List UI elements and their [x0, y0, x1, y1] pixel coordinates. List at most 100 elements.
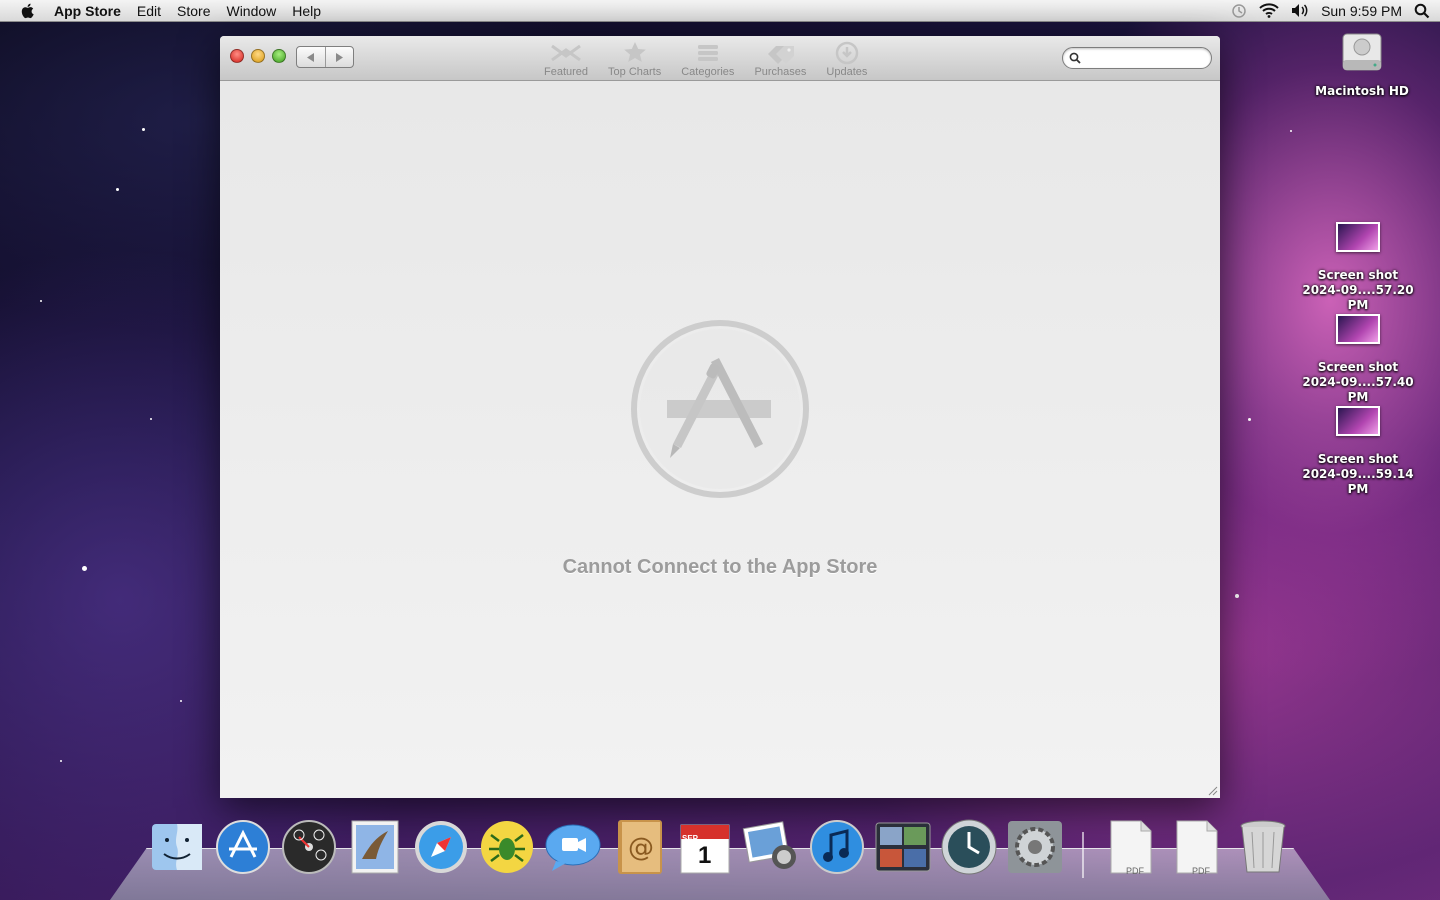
star: [180, 700, 182, 702]
pdf-label-1: PDF: [1126, 866, 1144, 876]
dock-item-finder[interactable]: [148, 816, 206, 878]
menu-window[interactable]: Window: [218, 0, 284, 22]
address-book-icon: @: [618, 820, 662, 874]
safari-compass-icon: [415, 821, 467, 873]
screenshot-thumbnail: [1336, 222, 1380, 252]
zoom-button[interactable]: [272, 49, 286, 63]
download-icon: [835, 41, 859, 65]
spaces-icon: [875, 822, 931, 872]
star: [40, 300, 42, 302]
minimize-button[interactable]: [251, 49, 265, 63]
forward-arrow-icon: [336, 52, 344, 62]
menu-edit[interactable]: Edit: [129, 0, 169, 22]
trash-icon: [1240, 820, 1286, 873]
star: [60, 760, 62, 762]
back-arrow-icon: [306, 52, 314, 62]
window-controls: [230, 49, 286, 63]
dock-item-spider[interactable]: [478, 816, 536, 878]
apple-icon: [21, 3, 34, 18]
resize-grip-icon[interactable]: [1208, 786, 1218, 796]
tab-categories[interactable]: Categories: [671, 40, 744, 78]
star-icon: [623, 42, 646, 62]
ichat-bubble-icon: [545, 824, 601, 871]
dashboard-icon: [282, 820, 336, 874]
wifi-icon[interactable]: [1259, 3, 1279, 18]
tag-icon: [768, 46, 795, 64]
star: [1235, 594, 1239, 598]
nav-buttons: [296, 46, 354, 68]
tab-featured[interactable]: Featured: [534, 40, 598, 78]
search-input[interactable]: [1085, 50, 1203, 66]
screenshot-label-line1: Screen shot: [1317, 360, 1399, 374]
dock-item-ichat[interactable]: [544, 816, 602, 878]
menu-store[interactable]: Store: [169, 0, 218, 22]
screenshot-thumbnail: [1336, 314, 1380, 344]
menu-bar: App Store Edit Store Window Help Sun 9:5…: [0, 0, 1440, 22]
dock-item-trash[interactable]: [1234, 816, 1292, 878]
tab-top-charts[interactable]: Top Charts: [598, 40, 671, 78]
star: [142, 128, 145, 131]
star: [82, 566, 87, 571]
iphoto-icon: [742, 821, 796, 869]
screenshot-label-line2: 2024-09....57.40 PM: [1302, 375, 1414, 404]
app-store-window: Featured Top Charts Categories Purchases…: [220, 36, 1220, 798]
dock-item-safari[interactable]: [412, 816, 470, 878]
star: [1290, 130, 1292, 132]
calendar-day-label: 1: [698, 842, 712, 869]
categories-icon: [697, 45, 718, 61]
desktop-icon-macintosh-hd[interactable]: Macintosh HD: [1312, 30, 1412, 99]
tab-updates-label: Updates: [826, 66, 868, 78]
time-machine-icon[interactable]: [1231, 3, 1247, 19]
desktop-icon-screenshot-3[interactable]: Screen shot 2024-09....59.14 PM: [1292, 406, 1424, 497]
connection-error-message: Cannot Connect to the App Store: [562, 556, 878, 578]
tab-featured-label: Featured: [544, 66, 589, 78]
spotlight-search-icon[interactable]: [1414, 3, 1430, 19]
star: [116, 188, 119, 191]
tab-purchases-label: Purchases: [754, 66, 807, 78]
search-icon: [1069, 52, 1081, 64]
tab-updates[interactable]: Updates: [816, 40, 877, 78]
tab-categories-label: Categories: [681, 66, 735, 78]
back-button[interactable]: [297, 47, 326, 67]
main-content: Cannot Connect to the App Store: [220, 81, 1220, 798]
time-machine-clock-icon: [941, 819, 997, 875]
volume-icon[interactable]: [1291, 3, 1309, 18]
tab-purchases[interactable]: Purchases: [744, 40, 816, 78]
dock-item-system-preferences[interactable]: [1006, 816, 1064, 878]
star: [1248, 418, 1251, 421]
featured-icon: [551, 44, 581, 62]
dock-item-app-store[interactable]: [214, 816, 272, 878]
dock-separator: [1082, 832, 1084, 878]
dock-item-spaces[interactable]: [874, 816, 932, 878]
dock-item-dashboard[interactable]: [280, 816, 338, 878]
mail-stamp-icon: [351, 820, 399, 874]
screenshot-label-line1: Screen shot: [1317, 268, 1399, 282]
screenshot-thumbnail: [1336, 406, 1380, 436]
search-field[interactable]: [1062, 47, 1212, 69]
dock-item-time-machine[interactable]: [940, 816, 998, 878]
svg-text:@: @: [628, 833, 654, 863]
toolbar-tabs: Featured Top Charts Categories Purchases…: [534, 40, 877, 78]
pdf-label-2: PDF: [1192, 866, 1210, 876]
itunes-note-icon: [810, 820, 864, 874]
close-button[interactable]: [230, 49, 244, 63]
tab-top-charts-label: Top Charts: [608, 66, 662, 78]
apple-menu[interactable]: [0, 3, 54, 19]
dock: @: [148, 816, 1292, 878]
star: [150, 418, 152, 420]
dock-item-iphoto[interactable]: [742, 816, 800, 878]
screenshot-label-line1: Screen shot: [1317, 452, 1399, 466]
dock-item-mail[interactable]: [346, 816, 404, 878]
menubar-clock[interactable]: Sun 9:59 PM: [1321, 3, 1402, 19]
menu-help[interactable]: Help: [284, 0, 329, 22]
app-store-logo-icon: [631, 320, 809, 498]
hard-drive-icon: [1342, 33, 1382, 71]
spider-icon: [481, 821, 533, 873]
menu-app-store[interactable]: App Store: [54, 0, 129, 22]
desktop-icon-screenshot-1[interactable]: Screen shot 2024-09....57.20 PM: [1292, 222, 1424, 313]
dock-item-itunes[interactable]: [808, 816, 866, 878]
desktop-icon-screenshot-2[interactable]: Screen shot 2024-09....57.40 PM: [1292, 314, 1424, 405]
forward-button[interactable]: [326, 47, 354, 67]
window-toolbar: Featured Top Charts Categories Purchases…: [220, 36, 1220, 81]
dock-item-address-book[interactable]: @: [610, 816, 668, 878]
